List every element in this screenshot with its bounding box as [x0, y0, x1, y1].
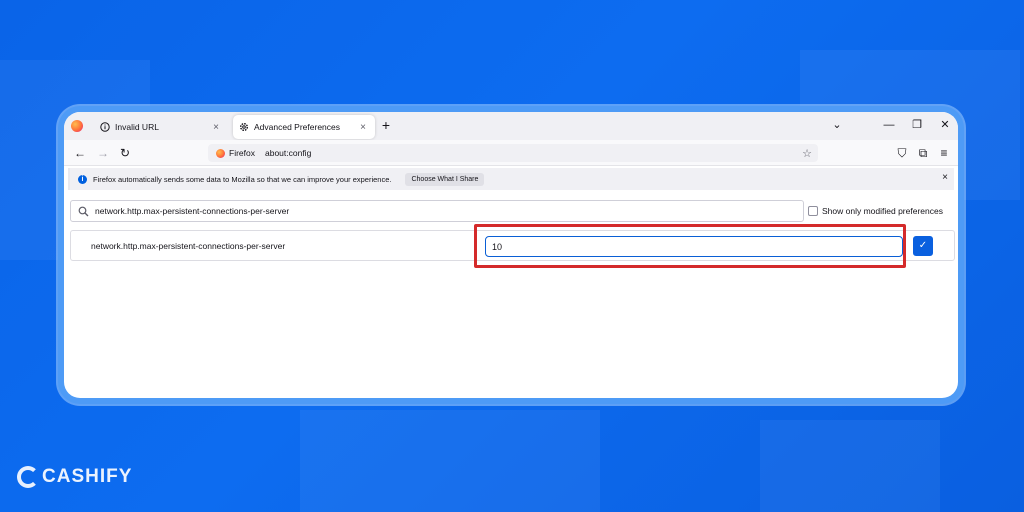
address-bar[interactable]: Firefox about:config ☆ [208, 144, 818, 162]
back-button[interactable]: ← [72, 145, 88, 161]
tab-label: Advanced Preferences [254, 122, 340, 132]
firefox-identity-icon [216, 148, 225, 158]
minimize-button[interactable]: — [882, 118, 896, 132]
show-modified-label: Show only modified preferences [822, 206, 943, 216]
new-tab-button[interactable]: + [378, 117, 394, 133]
notification-text: Firefox automatically sends some data to… [93, 174, 392, 184]
close-window-button[interactable]: ✕ [938, 118, 952, 132]
reload-button[interactable]: ↻ [117, 145, 133, 161]
extensions-icon[interactable]: ⧉ [915, 145, 931, 161]
close-notification-icon[interactable]: × [942, 172, 948, 183]
tab-strip: Invalid URL × Advanced Preferences × + ⌄… [64, 112, 958, 140]
preference-name: network.http.max-persistent-connections-… [91, 241, 286, 251]
tab-label: Invalid URL [115, 122, 159, 132]
gear-icon [239, 122, 249, 132]
cashify-logo-icon [17, 466, 39, 488]
choose-what-i-share-button[interactable]: Choose What I Share [405, 172, 485, 186]
forward-button[interactable]: → [95, 145, 111, 161]
show-modified-checkbox[interactable] [808, 206, 818, 216]
watermark-name: CASHIFY [42, 466, 133, 487]
tab-advanced-preferences[interactable]: Advanced Preferences × [233, 115, 375, 139]
identity-label: Firefox [229, 148, 255, 158]
bookmark-star-icon[interactable]: ☆ [802, 147, 812, 160]
menu-icon[interactable]: ≡ [936, 145, 952, 161]
highlight-box [474, 224, 906, 268]
save-checkmark-button[interactable]: ✓ [913, 236, 933, 256]
navigation-bar: ← → ↻ Firefox about:config ☆ ⛉ ⧉ ≡ [64, 140, 958, 166]
info-circle-icon [100, 122, 110, 132]
background-block [300, 410, 600, 512]
preference-search-input[interactable]: network.http.max-persistent-connections-… [70, 200, 804, 222]
show-modified-toggle[interactable]: Show only modified preferences [808, 206, 943, 216]
search-icon [78, 206, 89, 216]
list-all-tabs-chevron-icon[interactable]: ⌄ [830, 118, 844, 132]
info-icon: i [78, 174, 87, 184]
tab-close-icon[interactable]: × [210, 122, 222, 133]
url-text[interactable]: about:config [265, 148, 802, 158]
background-block [760, 420, 940, 512]
search-value: network.http.max-persistent-connections-… [95, 206, 290, 216]
tab-close-icon[interactable]: × [357, 122, 369, 133]
restore-button[interactable]: ❐ [910, 118, 924, 132]
pocket-icon[interactable]: ⛉ [894, 145, 910, 161]
data-reporting-notification: i Firefox automatically sends some data … [68, 168, 954, 190]
tab-invalid-url[interactable]: Invalid URL × [94, 115, 228, 139]
firefox-logo-icon[interactable] [71, 120, 83, 132]
cashify-watermark: CASHIFY [17, 466, 132, 488]
